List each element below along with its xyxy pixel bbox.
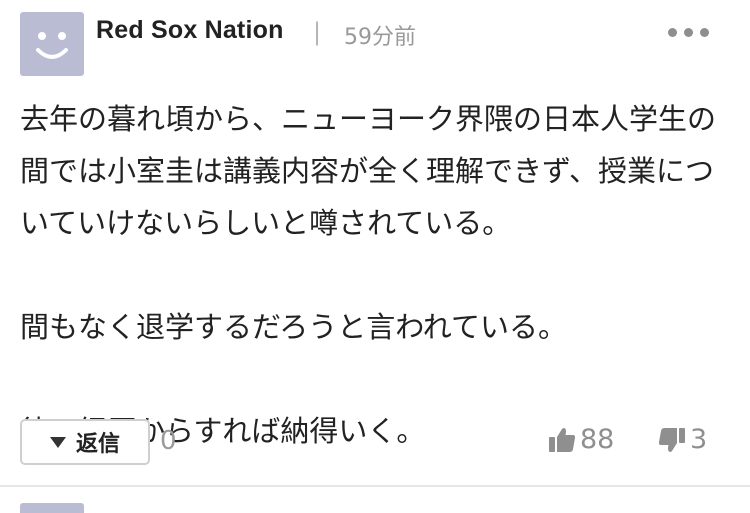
dot <box>684 27 693 37</box>
more-dots-icon[interactable] <box>668 22 716 42</box>
dot <box>668 27 677 37</box>
comment-paragraph: 間もなく退学するだろうと言われている。 <box>20 310 567 344</box>
dot <box>700 27 709 37</box>
smiley-avatar-icon <box>36 32 68 59</box>
comment-body: 去年の暮れ頃から、ニューヨーク界隈の日本人学生の間では小室圭は講義内容が全く理解… <box>20 93 720 457</box>
paragraph-spacer <box>20 249 720 301</box>
avatar[interactable] <box>20 12 84 76</box>
comment-divider <box>0 485 750 487</box>
post-time: 59分前 <box>344 25 416 50</box>
like-count: 88 <box>580 424 615 455</box>
like-button[interactable]: 88 <box>548 424 614 455</box>
thumbs-down-icon <box>658 427 685 452</box>
paragraph-spacer <box>20 353 720 405</box>
reply-count: 0 <box>160 426 177 456</box>
triangle-down-icon <box>49 436 66 448</box>
dislike-button[interactable]: 3 <box>658 424 707 455</box>
reply-label: 返信 <box>75 432 120 457</box>
header-separator: | <box>313 18 322 46</box>
reply-button[interactable]: 返信 <box>20 419 150 465</box>
author-name[interactable]: Red Sox Nation <box>96 16 284 45</box>
comment-paragraph: 去年の暮れ頃から、ニューヨーク界隈の日本人学生の間では小室圭は講義内容が全く理解… <box>20 102 717 240</box>
thumbs-up-icon <box>549 427 576 452</box>
next-comment-avatar[interactable] <box>20 503 84 513</box>
dislike-count: 3 <box>690 424 708 455</box>
